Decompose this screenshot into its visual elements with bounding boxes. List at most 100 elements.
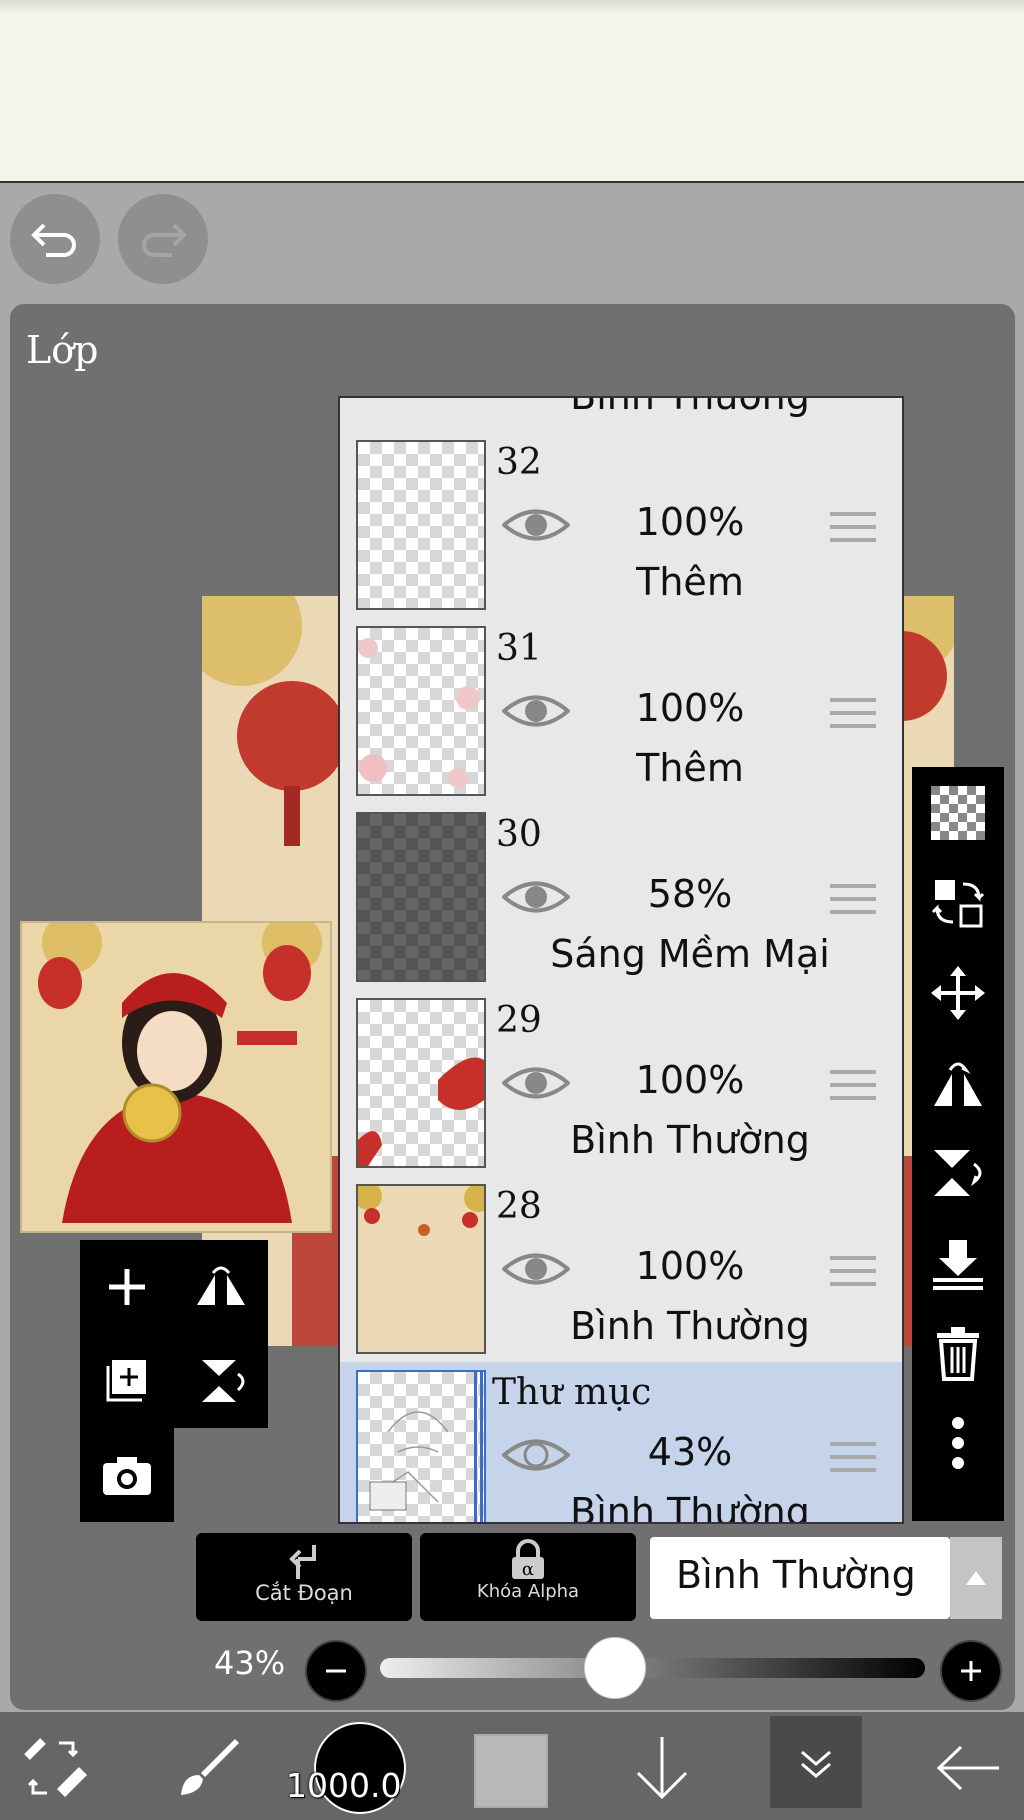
- layer-down-button[interactable]: [622, 1728, 702, 1808]
- layer-row[interactable]: 32 100% Thêm: [340, 432, 902, 620]
- layer-thumbnail: [356, 812, 486, 982]
- drag-handle-icon[interactable]: [830, 884, 876, 918]
- swap-layer-button[interactable]: [912, 859, 1004, 947]
- camera-button[interactable]: [80, 1428, 174, 1522]
- flip-vertical-button-2[interactable]: [912, 1129, 1004, 1217]
- opacity-decrease-button[interactable]: [305, 1640, 367, 1702]
- plus-icon: [109, 1269, 145, 1305]
- color-swatch-button[interactable]: [474, 1734, 548, 1808]
- layer-thumbnail: [356, 626, 486, 796]
- opacity-slider[interactable]: [380, 1658, 925, 1678]
- flip-horizontal-icon: [197, 1266, 245, 1305]
- move-icon: [931, 966, 985, 1020]
- eye-icon[interactable]: [502, 690, 570, 732]
- redo-button[interactable]: [118, 194, 208, 284]
- undo-icon: [31, 223, 76, 257]
- swap-icon: [931, 880, 985, 928]
- eye-icon[interactable]: [502, 1434, 570, 1476]
- layer-blend-mode: Thêm: [636, 746, 744, 790]
- drag-handle-icon[interactable]: [830, 1070, 876, 1104]
- layer-blend-mode: Bình Thường: [570, 1118, 810, 1162]
- layer-blend-mode: Bình Thường: [570, 1490, 810, 1524]
- layer-row-partial[interactable]: Bình Thường: [340, 396, 902, 434]
- clipping-button[interactable]: Cắt Đoạn: [196, 1533, 412, 1621]
- layer-thumbnail: [356, 440, 486, 610]
- layer-blend-mode: Thêm: [636, 560, 744, 604]
- lock-icon: α: [512, 1539, 544, 1580]
- layer-row-folder[interactable]: Thư mục 43% Bình Thường: [340, 1362, 902, 1524]
- more-icon: [952, 1417, 964, 1469]
- layer-thumbnail: [356, 1370, 486, 1522]
- layer-name: 30: [496, 814, 542, 855]
- minus-icon: [326, 1669, 346, 1673]
- opacity-slider-thumb[interactable]: [584, 1637, 647, 1699]
- blend-mode-select[interactable]: Bình Thường: [650, 1537, 950, 1619]
- layer-opacity: 100%: [635, 1058, 745, 1102]
- flip-horizontal-button[interactable]: [174, 1240, 268, 1334]
- eye-icon[interactable]: [502, 504, 570, 546]
- blend-mode-value: Bình Thường: [676, 1553, 916, 1597]
- delete-layer-button[interactable]: [912, 1309, 1004, 1397]
- layer-blend-mode: Bình Thường: [570, 396, 810, 418]
- add-layer-button[interactable]: [80, 1240, 174, 1334]
- layer-row[interactable]: 29 100% Bình Thường: [340, 990, 902, 1178]
- clipping-label: Cắt Đoạn: [255, 1581, 353, 1605]
- drag-handle-icon[interactable]: [830, 512, 876, 546]
- drag-handle-icon[interactable]: [830, 1256, 876, 1290]
- brush-tool-button[interactable]: [166, 1728, 246, 1808]
- layer-row[interactable]: 28 100% Bình Thường: [340, 1176, 902, 1364]
- alpha-lock-label: Khóa Alpha: [476, 1581, 580, 1602]
- drag-handle-icon[interactable]: [830, 698, 876, 732]
- chevron-double-down-icon: [801, 1750, 831, 1778]
- blend-mode-dropdown-button[interactable]: [950, 1537, 1002, 1619]
- flip-horizontal-button-2[interactable]: [912, 1039, 1004, 1127]
- eye-icon[interactable]: [502, 1062, 570, 1104]
- trash-icon: [937, 1327, 979, 1381]
- checker-icon: [931, 786, 985, 840]
- panel-title: Lớp: [26, 328, 99, 372]
- more-options-button[interactable]: [912, 1399, 1004, 1487]
- layer-name: 28: [496, 1186, 542, 1227]
- eye-icon[interactable]: [502, 876, 570, 918]
- back-button[interactable]: [928, 1728, 1008, 1808]
- flip-horizontal-icon: [934, 1062, 982, 1106]
- add-layer-icon: [106, 1360, 146, 1402]
- tool-switch-button[interactable]: [14, 1728, 94, 1808]
- layer-name: 32: [496, 442, 542, 483]
- alpha-lock-button[interactable]: α Khóa Alpha: [420, 1533, 636, 1621]
- tool-switch-icon: [24, 1738, 87, 1797]
- layer-thumbnail: [356, 998, 486, 1168]
- merge-down-icon: [933, 1240, 983, 1290]
- layer-thumbnail: [356, 1184, 486, 1354]
- opacity-label: 43%: [214, 1644, 286, 1682]
- brush-size-value: 1000.0: [286, 1766, 402, 1805]
- triangle-up-icon: [966, 1571, 986, 1585]
- flip-vertical-button[interactable]: [174, 1334, 268, 1428]
- layer-opacity: 100%: [635, 500, 745, 544]
- transparent-fill-button[interactable]: [912, 769, 1004, 857]
- layer-opacity: 100%: [635, 1244, 745, 1288]
- layer-tools-column: [912, 767, 1004, 1521]
- drag-handle-icon[interactable]: [830, 1442, 876, 1476]
- layer-row[interactable]: 31 100% Thêm: [340, 618, 902, 806]
- layer-blend-mode: Bình Thường: [570, 1304, 810, 1348]
- layer-opacity: 43%: [647, 1430, 733, 1474]
- collapse-panel-button[interactable]: [770, 1716, 862, 1808]
- layer-opacity: 58%: [647, 872, 733, 916]
- brush-icon: [181, 1739, 239, 1795]
- plus-icon: [961, 1661, 981, 1681]
- opacity-increase-button[interactable]: [940, 1640, 1002, 1702]
- layer-list[interactable]: Bình Thường 32 100% Thêm 31 100% Thêm 30…: [338, 396, 904, 1524]
- layer-row[interactable]: 30 58% Sáng Mềm Mại: [340, 804, 902, 992]
- eye-icon[interactable]: [502, 1248, 570, 1290]
- canvas-top-area: [0, 0, 1024, 183]
- undo-button[interactable]: [10, 194, 100, 284]
- camera-icon: [103, 1457, 151, 1495]
- flip-vertical-icon: [934, 1150, 982, 1196]
- layer-opacity: 100%: [635, 686, 745, 730]
- merge-down-button[interactable]: [912, 1219, 1004, 1307]
- move-button[interactable]: [912, 949, 1004, 1037]
- redo-icon: [142, 223, 187, 257]
- canvas-preview[interactable]: [20, 921, 332, 1233]
- add-image-layer-button[interactable]: [80, 1334, 174, 1428]
